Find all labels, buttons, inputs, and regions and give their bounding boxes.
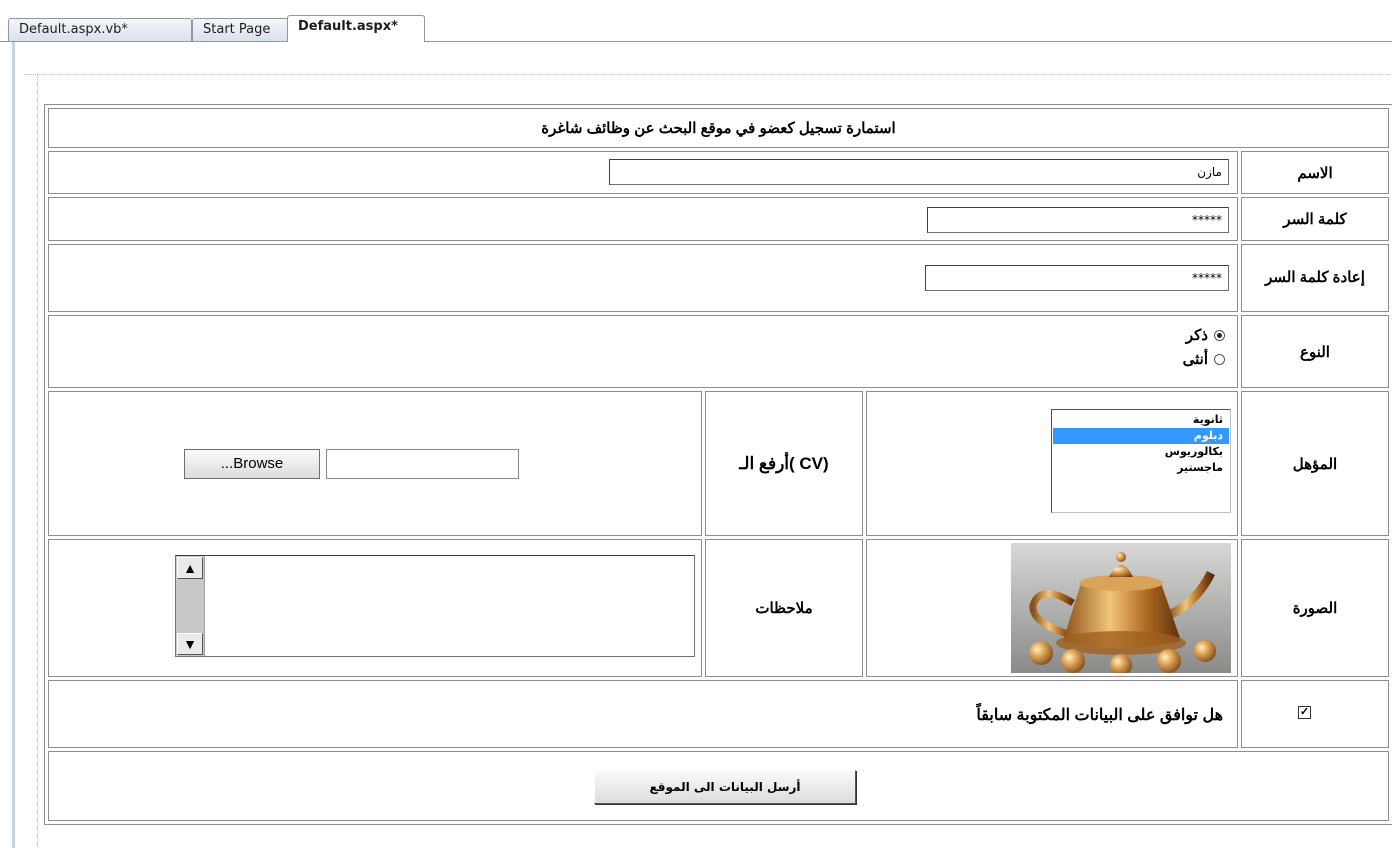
qualification-label: المؤهل [1241,391,1389,536]
name-input-cell: مازن [48,151,1238,194]
agree-checkbox[interactable]: ✓ [1298,706,1311,719]
notes-scrollbar[interactable]: ▲ ▼ [176,556,205,656]
agree-label: هل توافق على البيانات المكتوبة سابقاً [976,707,1223,724]
browse-button[interactable]: ...Browse [184,449,320,479]
document-tab-strip: Default.aspx.vb* Start Page Default.aspx… [0,0,1392,44]
tab-label: Default.aspx* [298,19,398,34]
cv-label-cell: أرفع الـ( CV) [705,391,863,536]
registration-form-table: استمارة تسجيل كعضو في موقع البحث عن وظائ… [44,104,1392,825]
gender-option-male[interactable]: ذكر [1183,326,1225,344]
password-label: كلمة السر [1241,197,1389,241]
radio-button[interactable] [1214,353,1225,365]
agree-label-cell: هل توافق على البيانات المكتوبة سابقاً [48,680,1238,748]
name-input[interactable]: مازن [609,159,1229,185]
submit-button[interactable]: أرسل البيانات الى الموقع [594,770,856,804]
confirm-password-input-cell: ***** [48,244,1238,312]
submit-cell: أرسل البيانات الى الموقع [48,751,1389,821]
qualification-listbox[interactable]: ثانوية دبلوم بكالوريوس ماجستير [1051,409,1231,513]
gender-option-label: أنثى [1182,351,1208,368]
gender-options-cell: ذكر أنثى [48,315,1238,388]
notes-label: ملاحظات [705,539,863,677]
name-label: الاسم [1241,151,1389,194]
file-path-input[interactable] [326,449,519,479]
tab-start-page[interactable]: Start Page [192,18,289,42]
listbox-option[interactable]: بكالوريوس [1053,444,1229,460]
qualification-list-cell: ثانوية دبلوم بكالوريوس ماجستير [866,391,1238,536]
listbox-option-selected[interactable]: دبلوم [1053,428,1229,444]
photo-image-cell [866,539,1238,677]
notes-textarea[interactable]: ▲ ▼ [175,555,695,657]
tab-default-aspx[interactable]: Default.aspx* [287,15,425,42]
gender-option-label: ذكر [1185,327,1208,344]
checkmark-icon: ✓ [1299,706,1310,718]
listbox-option[interactable]: ثانوية [1053,412,1229,428]
confirm-password-input[interactable]: ***** [925,265,1229,291]
photo-label: الصورة [1241,539,1389,677]
scroll-down-arrow-icon[interactable]: ▼ [177,633,203,655]
gender-label: النوع [1241,315,1389,388]
tab-label: Start Page [203,22,271,37]
confirm-password-label: إعادة كلمة السر [1241,244,1389,312]
teapot-photo [1011,543,1231,673]
form-title: استمارة تسجيل كعضو في موقع البحث عن وظائ… [541,120,896,137]
cv-label: أرفع الـ( CV) [739,453,829,473]
tab-label: Default.aspx.vb* [19,22,128,37]
notes-textarea-cell: ▲ ▼ [48,539,702,677]
file-upload-cell: ...Browse [48,391,702,536]
password-input[interactable]: ***** [927,207,1229,233]
radio-button[interactable] [1214,329,1225,341]
password-input-cell: ***** [48,197,1238,241]
listbox-option[interactable]: ماجستير [1053,460,1229,476]
tab-default-aspx-vb[interactable]: Default.aspx.vb* [8,18,192,42]
gender-radio-group: ذكر أنثى [1183,326,1225,368]
agree-checkbox-cell: ✓ [1241,680,1389,748]
scroll-up-arrow-icon[interactable]: ▲ [177,557,203,579]
form-title-cell: استمارة تسجيل كعضو في موقع البحث عن وظائ… [48,108,1389,148]
gender-option-female[interactable]: أنثى [1183,350,1225,368]
